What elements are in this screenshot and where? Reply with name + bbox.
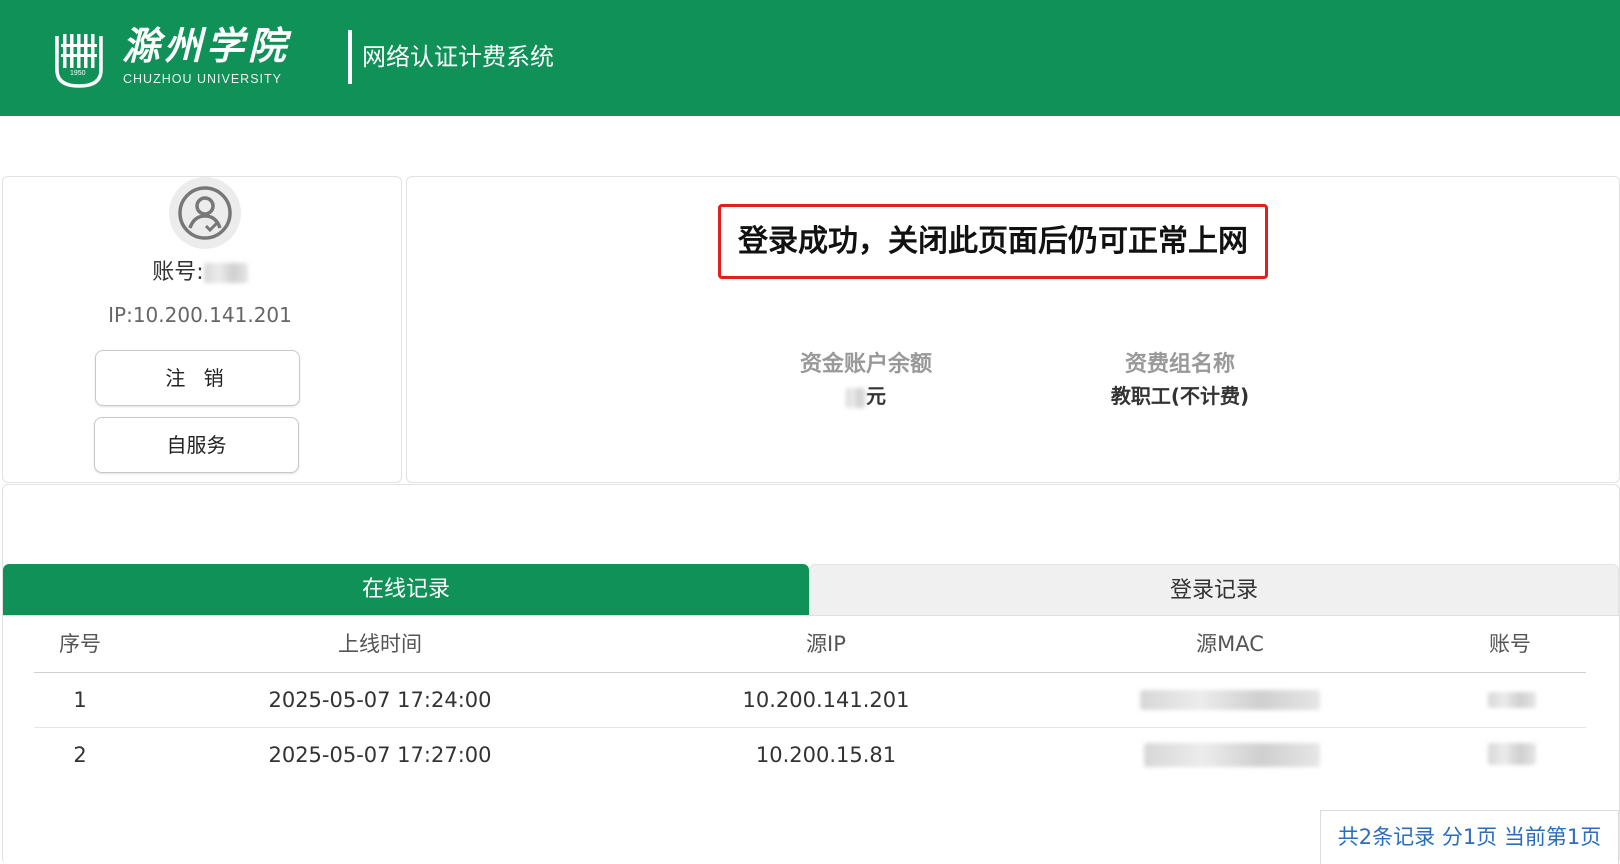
university-name-en: CHUZHOU UNIVERSITY: [123, 72, 282, 86]
logo-year: 1950: [70, 70, 86, 77]
records-panel: [2, 484, 1620, 864]
column-header-index: 序号: [59, 632, 101, 656]
account-value-redacted: [203, 263, 248, 283]
top-header: 1950 滁州学院 CHUZHOU UNIVERSITY 网络认证计费系统: [0, 0, 1620, 116]
balance-amount-redacted: [846, 387, 866, 408]
tariff-group-value: 教职工(不计费): [1110, 384, 1250, 408]
cell-source-ip: 10.200.141.201: [742, 688, 910, 712]
column-header-source-ip: 源IP: [806, 632, 846, 656]
header-divider: [348, 30, 352, 84]
user-avatar-icon: [169, 177, 241, 249]
tab-login-records[interactable]: 登录记录: [809, 564, 1619, 616]
row-separator: [34, 727, 1586, 728]
tab-online-records[interactable]: 在线记录: [3, 564, 809, 616]
column-header-online-time: 上线时间: [338, 632, 422, 656]
user-ip: IP:10.200.141.201: [108, 303, 292, 327]
cell-index: 1: [73, 688, 87, 712]
header-separator: [34, 672, 1586, 673]
column-header-account: 账号: [1489, 632, 1531, 656]
account-label: 账号:: [152, 260, 204, 285]
tab-divider: [3, 615, 1619, 616]
balance-label: 资金账户余额: [799, 352, 932, 377]
balance-unit: 元: [866, 384, 886, 408]
cell-account-redacted: [1488, 692, 1536, 708]
cell-source-ip: 10.200.15.81: [755, 743, 897, 767]
tariff-group-label: 资费组名称: [1124, 352, 1235, 377]
balance-value: 元: [786, 380, 946, 409]
cell-source-mac-redacted: [1144, 743, 1320, 767]
pagination-info: 共2条记录 分1页 当前第1页: [1320, 810, 1619, 864]
cell-account-redacted: [1488, 743, 1536, 765]
cell-online-time: 2025-05-07 17:27:00: [268, 743, 492, 767]
account-row: 账号:: [0, 257, 400, 289]
cell-source-mac-redacted: [1140, 690, 1320, 710]
column-header-source-mac: 源MAC: [1196, 632, 1264, 656]
university-name-cn: 滁州学院: [122, 23, 291, 68]
logout-button[interactable]: 注 销: [95, 350, 300, 406]
login-success-message: 登录成功，关闭此页面后仍可正常上网: [718, 204, 1268, 279]
cell-online-time: 2025-05-07 17:24:00: [268, 688, 492, 712]
self-service-button[interactable]: 自服务: [94, 417, 299, 473]
university-emblem-icon: 1950: [53, 30, 105, 88]
cell-index: 2: [73, 743, 87, 767]
system-title: 网络认证计费系统: [362, 43, 554, 71]
